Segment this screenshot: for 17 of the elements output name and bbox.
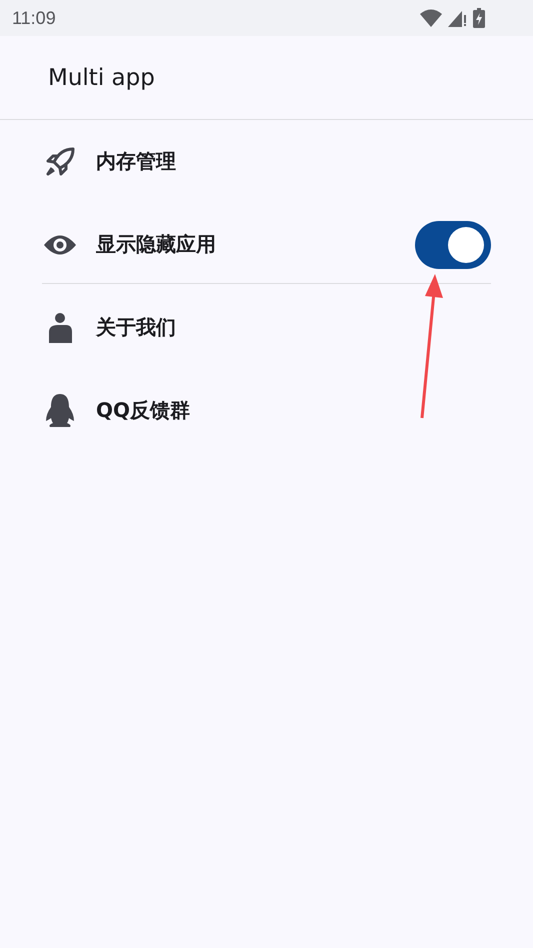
rocket-icon	[44, 146, 76, 178]
toggle-switch[interactable]	[415, 220, 491, 268]
menu-item[interactable]: 内存管理	[0, 120, 533, 203]
menu-label: QQ反馈群	[96, 397, 192, 424]
app-title: Multi app	[48, 64, 155, 90]
signal-icon	[448, 9, 467, 27]
eye-icon	[44, 234, 76, 256]
status-time: 11:09	[12, 8, 56, 28]
penguin-icon	[44, 394, 76, 428]
menu-label: 显示隐藏应用	[96, 231, 217, 258]
menu-label: 内存管理	[96, 148, 177, 175]
menu-item[interactable]: 关于我们	[0, 286, 533, 369]
battery-icon	[473, 8, 485, 28]
wifi-icon	[420, 9, 442, 27]
menu-label: 关于我们	[96, 314, 177, 341]
menu-item[interactable]: 显示隐藏应用	[0, 203, 533, 286]
menu-item[interactable]: QQ反馈群	[0, 369, 533, 452]
